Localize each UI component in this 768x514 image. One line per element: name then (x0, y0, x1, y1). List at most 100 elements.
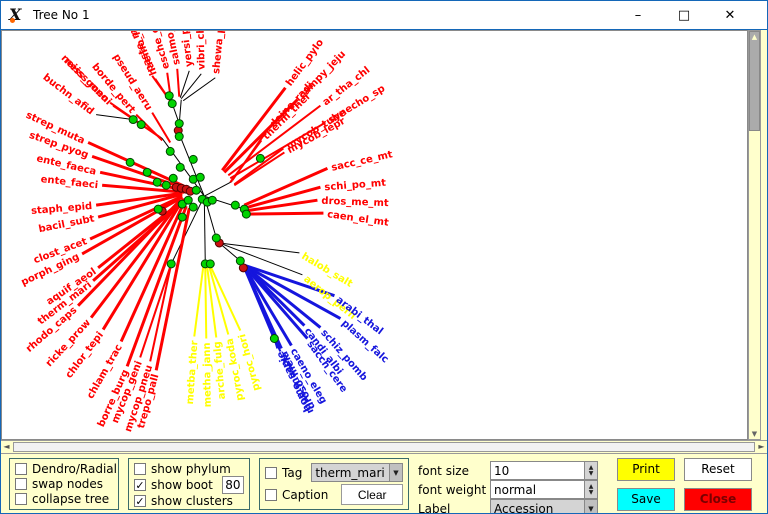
tree-node-green[interactable] (192, 186, 200, 194)
view-options-group: Dendro/Radial swap nodes collapse tree (9, 458, 119, 510)
titlebar: X Tree No 1 – □ ✕ (1, 1, 767, 30)
font-weight-value: normal (491, 483, 584, 497)
tree-node-green[interactable] (143, 168, 151, 176)
horizontal-scrollbar-thumb[interactable] (13, 442, 755, 452)
window-controls: – □ ✕ (615, 1, 767, 30)
tree-branch (177, 69, 179, 97)
tag-caption-group: Tag therm_mari ▼ Caption Clear (259, 458, 409, 510)
tag-dropdown-value: therm_mari (312, 466, 389, 480)
tree-node-green[interactable] (196, 173, 204, 181)
tree-node-green[interactable] (167, 260, 175, 268)
tag-dropdown[interactable]: therm_mari ▼ (311, 463, 403, 482)
taxon-label[interactable]: bacil_subt (38, 213, 96, 235)
spinner-arrows-icon[interactable]: ▲▼ (584, 481, 597, 498)
show-boot-checkbox[interactable]: ✓ (134, 479, 146, 491)
tree-branch (140, 264, 171, 358)
show-boot-label: show boot (151, 478, 213, 492)
tree-node-green[interactable] (189, 155, 197, 163)
tag-label: Tag (282, 466, 302, 480)
tree-branch (244, 213, 323, 214)
window-title: Tree No 1 (33, 8, 90, 22)
taxon-label[interactable]: dros_me_mt (321, 196, 389, 209)
tree-branch (183, 78, 215, 101)
tree-node-green[interactable] (169, 174, 177, 182)
dropdown-arrow-icon[interactable]: ▼ (584, 500, 597, 514)
close-window-button[interactable]: ✕ (707, 1, 753, 30)
print-button[interactable]: Print (617, 458, 675, 481)
maximize-button[interactable]: □ (661, 1, 707, 30)
taxon-label[interactable]: caen_el_mt (326, 209, 389, 229)
tree-node-green[interactable] (184, 196, 192, 204)
tree-node-green[interactable] (175, 133, 183, 141)
taxon-label[interactable]: metha_jann (202, 342, 214, 407)
taxon-label[interactable]: schi_po_mt (324, 178, 387, 194)
vertical-scrollbar[interactable]: ▲ ▼ (748, 30, 761, 440)
tag-checkbox[interactable] (265, 467, 277, 479)
dropdown-arrow-icon[interactable]: ▼ (389, 464, 402, 481)
taxon-label[interactable]: ente_faeci (40, 174, 99, 191)
tree-node-green[interactable] (242, 210, 250, 218)
horizontal-scrollbar[interactable]: ◄ ► (1, 440, 767, 454)
tree-node-green[interactable] (208, 196, 216, 204)
tree-node-green[interactable] (168, 100, 176, 108)
close-button[interactable]: Close (684, 488, 752, 511)
spinner-arrows-icon[interactable]: ▲▼ (584, 462, 597, 479)
tree-canvas[interactable]: strep_mutastrep_pyogente_faecaente_faeci… (1, 30, 748, 440)
tree-node-green[interactable] (189, 203, 197, 211)
scroll-left-icon[interactable]: ◄ (1, 441, 12, 453)
action-buttons: Print Reset Save Close (617, 458, 752, 510)
tree-node-green[interactable] (256, 154, 264, 162)
scroll-up-icon[interactable]: ▲ (750, 32, 759, 42)
collapse-tree-label: collapse tree (32, 492, 109, 506)
font-weight-label: font weight (418, 483, 490, 497)
taxon-label[interactable]: sacc_ce_mt (330, 149, 394, 173)
tree-node-green[interactable] (206, 260, 214, 268)
tree-node-green[interactable] (165, 92, 173, 100)
app-window: X Tree No 1 – □ ✕ strep_mutastrep_pyogen… (0, 0, 768, 514)
label-mode-dropdown[interactable]: Accession ▼ (490, 499, 598, 514)
vertical-scrollbar-thumb[interactable]: ▲ (749, 31, 760, 131)
tree-node-green[interactable] (129, 116, 137, 124)
show-clusters-checkbox[interactable]: ✓ (134, 495, 146, 507)
tree-node-green[interactable] (178, 213, 186, 221)
caption-checkbox[interactable] (265, 489, 277, 501)
clear-button[interactable]: Clear (341, 484, 403, 505)
taxon-label[interactable]: metba_ther (185, 340, 201, 405)
phylogenetic-tree[interactable]: strep_mutastrep_pyogente_faecaente_faeci… (2, 31, 747, 439)
tree-node-green[interactable] (175, 120, 183, 128)
show-phylum-checkbox[interactable] (134, 463, 146, 475)
taxon-label[interactable]: vibri_chol (195, 31, 207, 70)
swap-nodes-label: swap nodes (32, 477, 103, 491)
tree-node-green[interactable] (154, 205, 162, 213)
tree-edge (204, 196, 205, 263)
boot-threshold-input[interactable]: 80 (222, 476, 244, 494)
tree-branch (205, 268, 206, 339)
taxon-label[interactable]: shewa_putr (211, 31, 228, 74)
tree-node-green[interactable] (153, 178, 161, 186)
label-mode-value: Accession (491, 502, 584, 514)
tree-node-green[interactable] (137, 121, 145, 129)
tree-node-green[interactable] (231, 201, 239, 209)
reset-button[interactable]: Reset (684, 458, 752, 481)
canvas-row: strep_mutastrep_pyogente_faecaente_faeci… (1, 30, 767, 440)
tree-node-green[interactable] (212, 234, 220, 242)
save-button[interactable]: Save (617, 488, 675, 511)
dendro-radial-checkbox[interactable] (15, 463, 27, 475)
tree-node-green[interactable] (236, 257, 244, 265)
collapse-tree-checkbox[interactable] (15, 493, 27, 505)
scroll-right-icon[interactable]: ► (756, 441, 767, 453)
icon-orange-dot (10, 18, 15, 23)
tree-node-green[interactable] (166, 147, 174, 155)
tree-node-green[interactable] (162, 181, 170, 189)
scroll-down-icon[interactable]: ▼ (749, 430, 760, 438)
show-phylum-label: show phylum (151, 462, 231, 476)
tree-node-green[interactable] (270, 335, 278, 343)
tree-edge (204, 181, 232, 196)
minimize-button[interactable]: – (615, 1, 661, 30)
tree-node-green[interactable] (126, 158, 134, 166)
font-size-spinner[interactable]: 10 ▲▼ (490, 461, 598, 480)
tree-node-green[interactable] (176, 163, 184, 171)
control-panel: Dendro/Radial swap nodes collapse tree s… (1, 454, 767, 514)
font-weight-spinner[interactable]: normal ▲▼ (490, 480, 598, 499)
swap-nodes-checkbox[interactable] (15, 478, 27, 490)
